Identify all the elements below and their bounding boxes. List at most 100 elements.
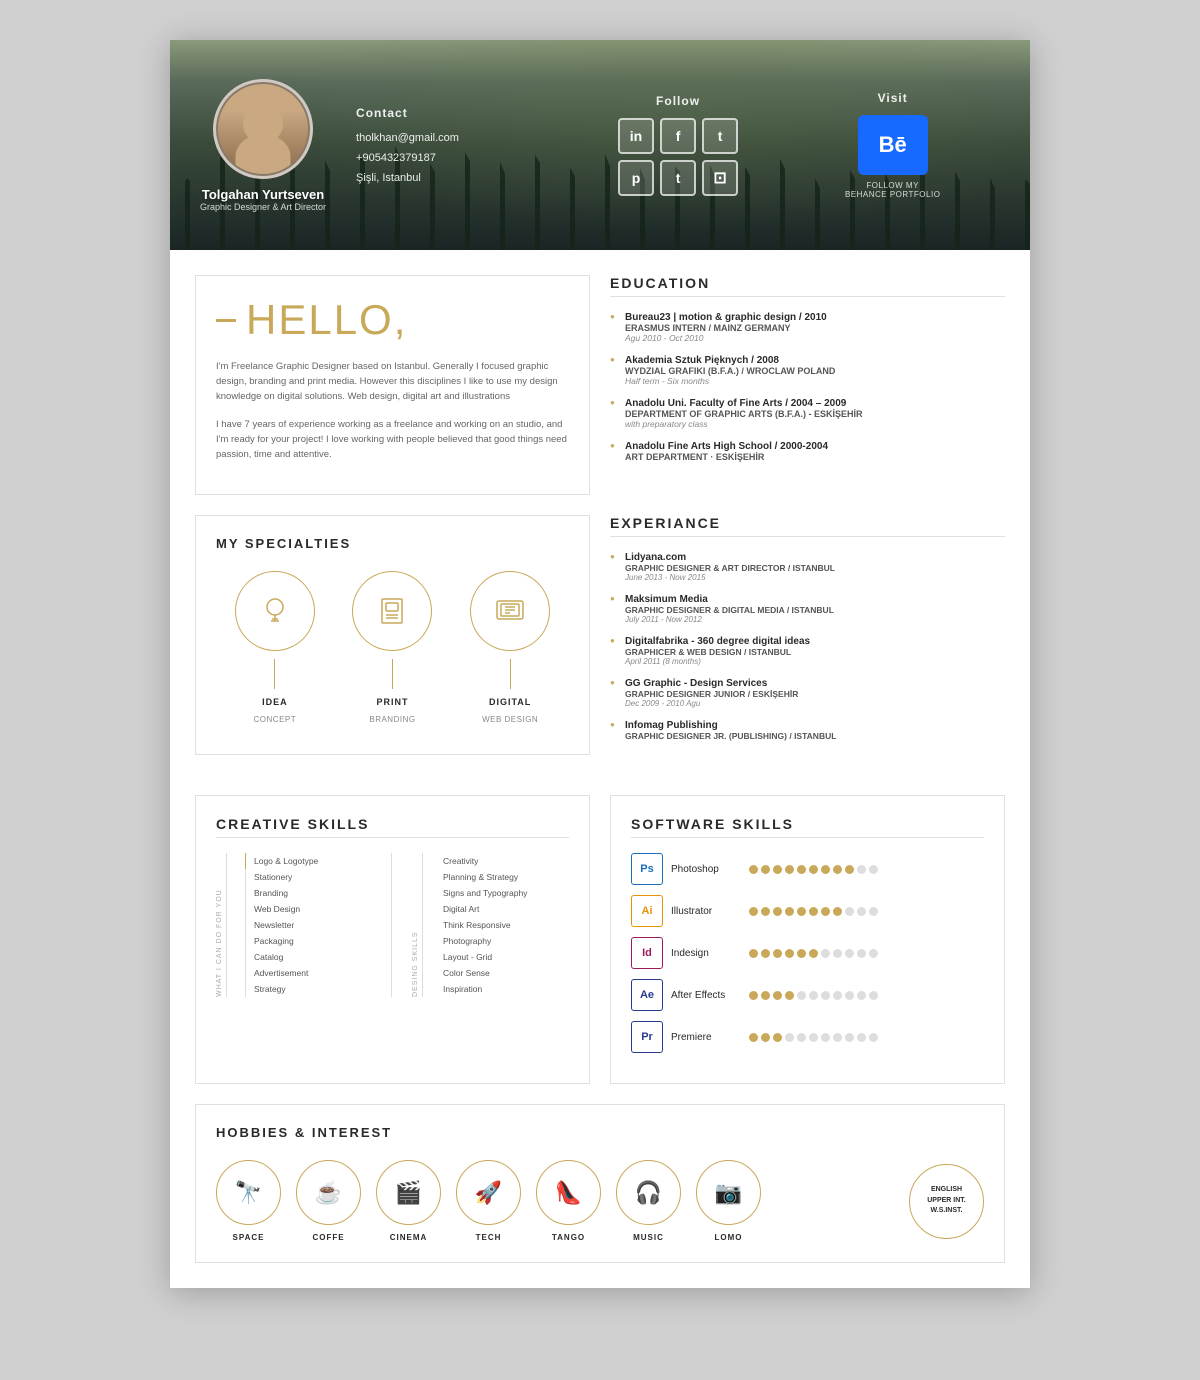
experience-title: EXPERIANCE xyxy=(610,515,1005,537)
exp-item-date: July 2011 - Now 2012 xyxy=(625,615,1005,624)
skill-dot-filled xyxy=(749,865,758,874)
list-item: Inspiration xyxy=(443,981,569,997)
skill-dot-empty xyxy=(869,949,878,958)
skill-dot-empty xyxy=(857,865,866,874)
print-icon xyxy=(374,593,410,629)
skill-dot-empty xyxy=(869,991,878,1000)
twitter-icon[interactable]: t xyxy=(702,118,738,154)
instagram-icon[interactable]: ⊡ xyxy=(702,160,738,196)
skill-dot-empty xyxy=(809,991,818,1000)
skill-dot-empty xyxy=(857,1033,866,1042)
follow-section: Follow in f t p t ⊡ xyxy=(571,94,786,196)
behance-icon[interactable]: Bē xyxy=(858,115,928,175)
sw-name: Illustrator xyxy=(671,906,741,917)
edu-item-detail: Agu 2010 - Oct 2010 xyxy=(625,333,1005,343)
skills-section: CREATIVE SKILLS WHAT I CAN DO FOR YOU Lo… xyxy=(195,795,1005,1084)
hobby-circle: 🎬 xyxy=(376,1160,441,1225)
skill-dot-filled xyxy=(773,865,782,874)
idea-line xyxy=(274,659,275,689)
visit-section: Visit Bē FOLLOW MYBEHANCE PORTFOLIO xyxy=(785,91,1000,199)
exp-item-title: Maksimum Media xyxy=(625,594,1005,605)
skill-dot-filled xyxy=(785,907,794,916)
list-item: Logo & Logotype xyxy=(245,853,371,869)
skill-dot-empty xyxy=(869,1033,878,1042)
skill-dot-filled xyxy=(809,949,818,958)
skill-dot-empty xyxy=(809,1033,818,1042)
contact-section: Contact tholkhan@gmail.com +905432379187… xyxy=(356,106,571,184)
idea-icon xyxy=(257,593,293,629)
sw-icon: Ai xyxy=(631,895,663,927)
edu-item-detail: Half term - Six months xyxy=(625,376,1005,386)
exp-item-date: Dec 2009 - 2010 Agu xyxy=(625,699,1005,708)
specialty-idea: IDEA CONCEPT xyxy=(235,571,315,724)
skill-dot-filled xyxy=(785,949,794,958)
print-label: PRINT xyxy=(376,697,408,707)
specialties-title: MY SPECIALTIES xyxy=(216,536,569,551)
hello-title-row: HELLO, xyxy=(216,296,569,344)
behance-follow-text: FOLLOW MYBEHANCE PORTFOLIO xyxy=(845,181,940,199)
hobby-item: 🎬 CINEMA xyxy=(376,1160,441,1242)
hobby-item: 🔭 SPACE xyxy=(216,1160,281,1242)
tumblr-icon[interactable]: t xyxy=(660,160,696,196)
software-skill-item: Pr Premiere xyxy=(631,1021,984,1053)
list-item: Layout - Grid xyxy=(443,949,569,965)
linkedin-icon[interactable]: in xyxy=(618,118,654,154)
hobby-label: TANGO xyxy=(552,1233,585,1242)
follow-label: Follow xyxy=(656,94,700,108)
software-skills-title: SOFTWARE SKILLS xyxy=(631,816,984,838)
exp-item-title: Lidyana.com xyxy=(625,552,1005,563)
skill-dot-filled xyxy=(785,991,794,1000)
hobbies-title: HOBBIES & INTEREST xyxy=(216,1125,984,1140)
digital-icon xyxy=(492,593,528,629)
hello-dash xyxy=(216,319,236,322)
language-line2: UPPER INT. xyxy=(927,1196,966,1207)
exp-item-sub: GRAPHIC DESIGNER JR. (PUBLISHING) / ISTA… xyxy=(625,731,1005,741)
hobbies-icons: 🔭 SPACE ☕ COFFE 🎬 CINEMA 🚀 TECH 👠 TANGO … xyxy=(216,1160,984,1242)
list-item: Photography xyxy=(443,933,569,949)
exp-item-date: April 2011 (8 months) xyxy=(625,657,1005,666)
software-skill-item: Id Indesign xyxy=(631,937,984,969)
list-item: Advertisement xyxy=(245,965,371,981)
sw-icon: Ae xyxy=(631,979,663,1011)
sw-name: Photoshop xyxy=(671,864,741,875)
education-section: EDUCATION Bureau23 | motion & graphic de… xyxy=(610,275,1005,495)
list-item: Newsletter xyxy=(245,917,371,933)
sw-name: After Effects xyxy=(671,990,741,1001)
pinterest-icon[interactable]: p xyxy=(618,160,654,196)
hello-heading: HELLO, xyxy=(246,296,407,344)
education-item: Anadolu Uni. Faculty of Fine Arts / 2004… xyxy=(610,398,1005,429)
hobby-item: 🚀 TECH xyxy=(456,1160,521,1242)
header: Tolgahan Yurtseven Graphic Designer & Ar… xyxy=(170,40,1030,250)
digital-line xyxy=(510,659,511,689)
hobby-item: 🎧 MUSIC xyxy=(616,1160,681,1242)
skill-dot-filled xyxy=(785,865,794,874)
skill-dot-filled xyxy=(797,907,806,916)
idea-circle xyxy=(235,571,315,651)
skill-dot-filled xyxy=(845,865,854,874)
facebook-icon[interactable]: f xyxy=(660,118,696,154)
list-item: Signs and Typography xyxy=(443,885,569,901)
software-skill-item: Ps Photoshop xyxy=(631,853,984,885)
sw-dots xyxy=(749,991,878,1000)
right-col-label-wrapper: DESING SKILLS xyxy=(412,853,428,997)
language-circle: ENGLISH UPPER INT. W.S.INST. xyxy=(909,1164,984,1239)
skill-dot-empty xyxy=(845,949,854,958)
right-skills-col: CreativityPlanning & StrategySigns and T… xyxy=(443,853,569,997)
edu-item-sub: ERASMUS INTERN / MAINZ GERMANY xyxy=(625,323,1005,333)
right-col-label: DESING SKILLS xyxy=(412,853,423,997)
list-item: Branding xyxy=(245,885,371,901)
hobby-items: 🔭 SPACE ☕ COFFE 🎬 CINEMA 🚀 TECH 👠 TANGO … xyxy=(216,1160,761,1242)
software-skill-item: Ae After Effects xyxy=(631,979,984,1011)
list-item: Planning & Strategy xyxy=(443,869,569,885)
edu-item-detail: with preparatory class xyxy=(625,419,1005,429)
skill-dot-empty xyxy=(869,907,878,916)
hobby-circle: 🚀 xyxy=(456,1160,521,1225)
left-skills-list: Logo & LogotypeStationeryBrandingWeb Des… xyxy=(245,853,371,997)
right-skills-list: CreativityPlanning & StrategySigns and T… xyxy=(443,853,569,997)
skill-dot-filled xyxy=(773,907,782,916)
sw-dots xyxy=(749,1033,878,1042)
skill-dot-empty xyxy=(845,907,854,916)
skill-dot-empty xyxy=(821,991,830,1000)
specialties-section: MY SPECIALTIES xyxy=(195,515,590,755)
education-item: Bureau23 | motion & graphic design / 201… xyxy=(610,312,1005,343)
